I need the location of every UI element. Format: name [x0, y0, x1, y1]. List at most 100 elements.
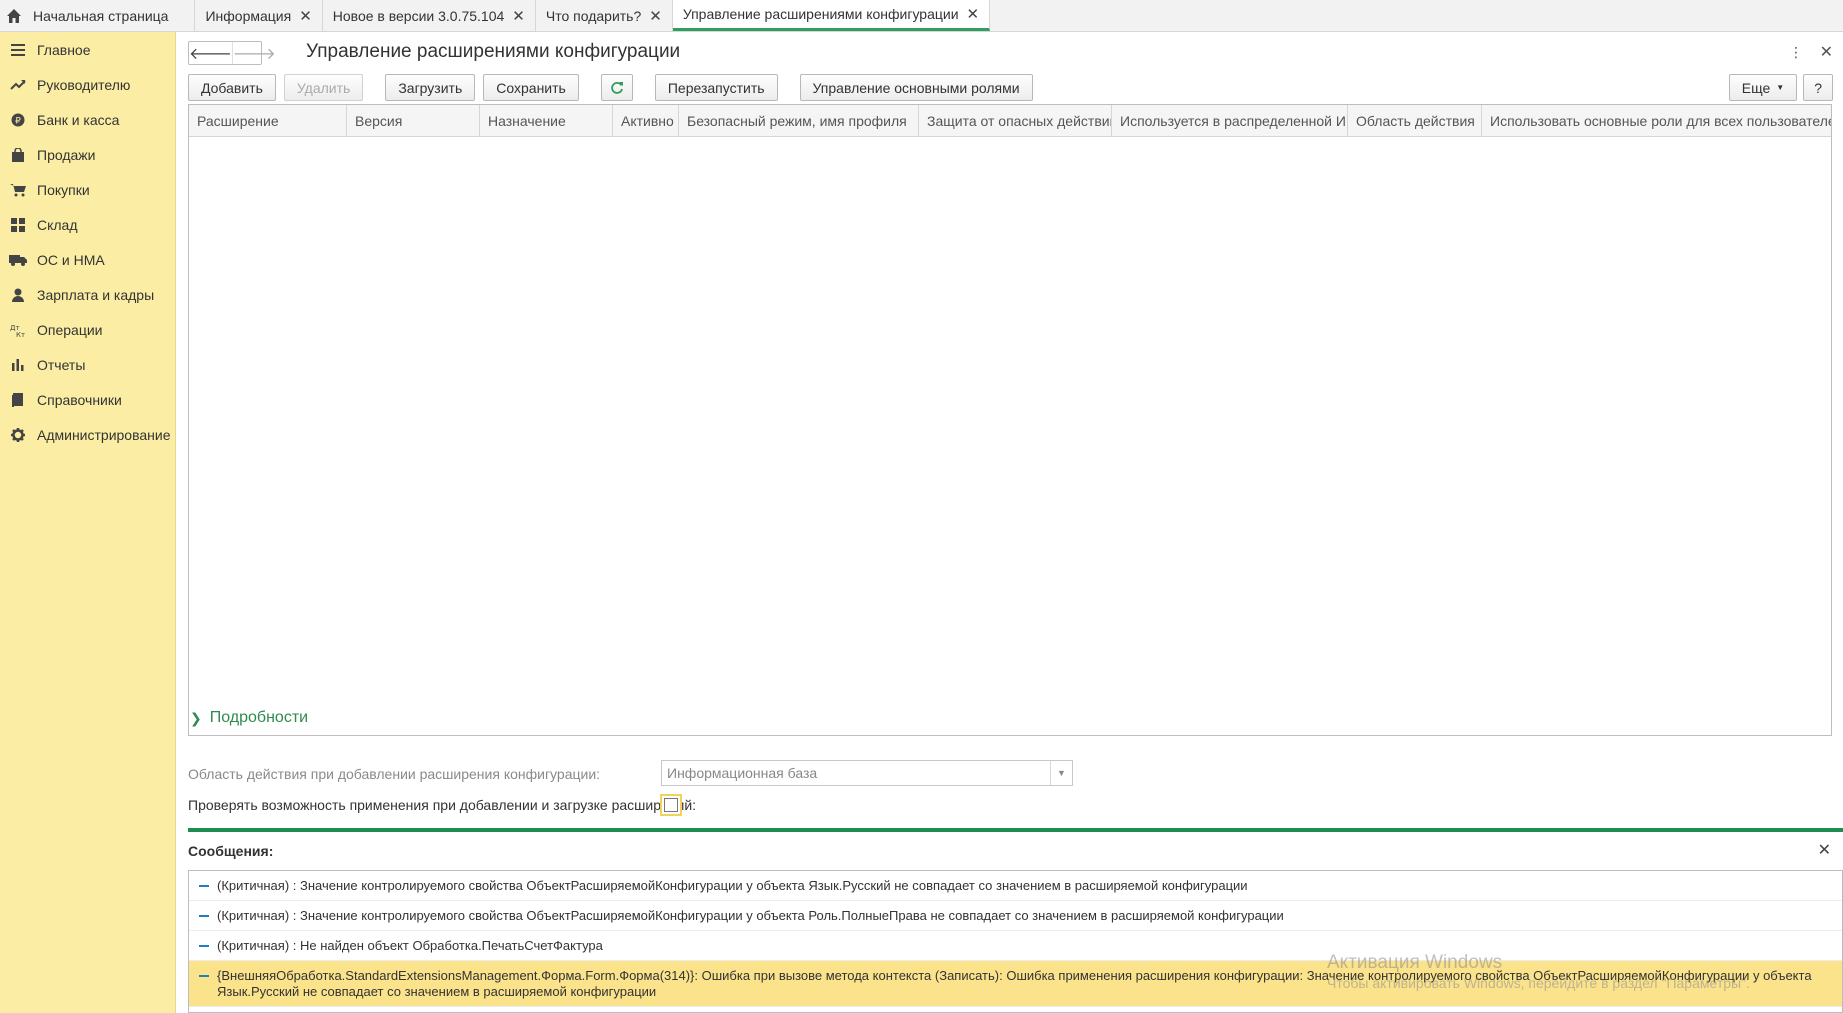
windows-activation-hint: Чтобы активировать Windows, перейдите в …	[1327, 975, 1750, 991]
scope-value: Информационная база	[667, 765, 818, 781]
scope-label: Область действия при добавлении расширен…	[188, 766, 601, 782]
sidebar-item-label: Отчеты	[37, 356, 86, 373]
truck-icon	[8, 252, 28, 268]
sidebar-item-label: Руководителю	[37, 76, 131, 93]
column-header-distributed-ib[interactable]: Используется в распределенной ИБ	[1112, 105, 1348, 136]
sidebar-item-sales[interactable]: Продажи	[0, 137, 175, 172]
message-text: (Критичная) : Не найден объект Обработка…	[217, 938, 603, 953]
forward-arrow-icon[interactable]: 🡒	[231, 42, 276, 64]
sidebar-item-fixed-assets[interactable]: ОС и НМА	[0, 242, 175, 277]
column-header-active[interactable]: Активно	[613, 105, 679, 136]
tab-information[interactable]: Информация ✕	[195, 0, 323, 31]
close-messages-icon[interactable]: ✕	[1818, 840, 1831, 860]
sidebar-item-catalogs[interactable]: Справочники	[0, 382, 175, 417]
home-icon	[7, 8, 21, 23]
column-header-main-roles[interactable]: Использовать основные роли для всех поль…	[1482, 105, 1831, 136]
coin-icon: ₽	[8, 112, 28, 128]
table-header: Расширение Версия Назначение Активно Без…	[189, 105, 1831, 137]
windows-activation-watermark: Активация Windows	[1327, 952, 1503, 973]
message-text: (Критичная) : Значение контролируемого с…	[217, 878, 1248, 893]
main-form: 🡐 🡒 Управление расширениями конфигурации…	[177, 32, 1843, 1013]
close-icon[interactable]: ✕	[512, 7, 525, 25]
messages-title: Сообщения:	[188, 843, 274, 859]
tab-label: Управление расширениями конфигурации	[682, 6, 959, 22]
messages-separator	[188, 828, 1843, 832]
sidebar-item-reports[interactable]: Отчеты	[0, 347, 175, 382]
message-item[interactable]: (Критичная) : Значение контролируемого с…	[189, 901, 1842, 931]
close-icon[interactable]: ✕	[967, 5, 980, 23]
sidebar-item-salary[interactable]: Зарплата и кадры	[0, 277, 175, 312]
check-applicability-label: Проверять возможность применения при доб…	[188, 797, 697, 813]
bag-icon	[8, 147, 28, 163]
sidebar-item-label: Продажи	[37, 146, 96, 163]
sidebar-item-manager[interactable]: Руководителю	[0, 67, 175, 102]
svg-text:₽: ₽	[15, 116, 21, 126]
tab-extensions-management[interactable]: Управление расширениями конфигурации ✕	[672, 0, 991, 31]
message-item[interactable]: (Критичная) : Значение контролируемого с…	[189, 871, 1842, 901]
sidebar-item-main[interactable]: Главное	[0, 32, 175, 67]
book-icon	[8, 392, 28, 408]
nav-buttons: 🡐 🡒	[188, 41, 276, 65]
delete-button[interactable]: Удалить	[283, 74, 364, 101]
messages-list[interactable]: (Критичная) : Значение контролируемого с…	[188, 870, 1843, 1013]
toolbar-right: Еще ▼ ?	[1723, 74, 1833, 101]
message-text: (Критичная) : Значение контролируемого с…	[217, 908, 1284, 923]
message-item[interactable]: (Критичная) : Не найден объект Обработка…	[189, 931, 1842, 961]
back-arrow-icon[interactable]: 🡐	[189, 42, 232, 64]
details-toggle[interactable]: ❯ Подробности	[190, 709, 308, 727]
sidebar-item-bank[interactable]: ₽ Банк и касса	[0, 102, 175, 137]
person-icon	[8, 287, 28, 303]
column-header-purpose[interactable]: Назначение	[480, 105, 613, 136]
check-applicability-checkbox[interactable]	[660, 794, 682, 816]
column-header-version[interactable]: Версия	[347, 105, 480, 136]
tab-gift[interactable]: Что подарить? ✕	[536, 0, 673, 31]
save-button[interactable]: Сохранить	[483, 74, 579, 101]
load-button[interactable]: Загрузить	[385, 74, 476, 101]
sidebar-item-label: Покупки	[37, 181, 90, 198]
column-header-extension[interactable]: Расширение	[189, 105, 347, 136]
sidebar-item-label: Справочники	[37, 391, 122, 408]
tab-label: Новое в версии 3.0.75.104	[332, 7, 505, 24]
extensions-table[interactable]: Расширение Версия Назначение Активно Без…	[188, 104, 1832, 736]
column-header-protection[interactable]: Защита от опасных действий	[919, 105, 1112, 136]
manage-roles-button[interactable]: Управление основными ролями	[799, 74, 1033, 101]
menu-icon	[8, 42, 28, 58]
tab-home[interactable]: Начальная страница	[0, 0, 196, 31]
scope-select[interactable]: Информационная база ▼	[661, 760, 1073, 786]
gear-icon	[8, 427, 28, 443]
tab-label: Информация	[205, 7, 292, 24]
grid-icon	[8, 217, 28, 233]
checkbox-box	[664, 798, 678, 812]
help-button[interactable]: ?	[1803, 74, 1833, 101]
close-form-icon[interactable]: ✕	[1820, 42, 1833, 62]
trend-icon	[8, 77, 28, 93]
close-icon[interactable]: ✕	[299, 7, 312, 25]
sidebar-item-operations[interactable]: Дт Кт Операции	[0, 312, 175, 347]
sidebar-item-purchases[interactable]: Покупки	[0, 172, 175, 207]
more-button[interactable]: Еще ▼	[1728, 74, 1798, 101]
dash-icon	[199, 915, 209, 917]
chevron-down-icon[interactable]: ▼	[1050, 761, 1072, 785]
toolbar: Добавить Удалить Загрузить Сохранить Пер…	[188, 74, 1041, 102]
tab-whats-new[interactable]: Новое в версии 3.0.75.104 ✕	[323, 0, 536, 31]
refresh-button[interactable]	[600, 74, 633, 101]
sidebar-item-label: Зарплата и кадры	[37, 286, 155, 303]
column-header-safe-mode[interactable]: Безопасный режим, имя профиля	[679, 105, 919, 136]
sidebar-item-label: Банк и касса	[37, 111, 120, 128]
add-button[interactable]: Добавить	[188, 74, 276, 101]
tab-bar: Начальная страница Информация ✕ Новое в …	[0, 0, 1843, 32]
dt-kt-icon: Дт Кт	[8, 322, 28, 338]
bar-chart-icon	[8, 357, 28, 373]
restart-button[interactable]: Перезапустить	[654, 74, 778, 101]
column-header-scope[interactable]: Область действия	[1348, 105, 1482, 136]
sidebar-item-label: Администрирование	[37, 426, 171, 443]
dash-icon	[199, 885, 209, 887]
close-icon[interactable]: ✕	[649, 7, 662, 25]
more-button-label: Еще	[1741, 79, 1771, 96]
more-actions-icon[interactable]: ⋮	[1789, 44, 1803, 61]
dash-icon	[199, 975, 209, 977]
cart-icon	[8, 182, 28, 198]
sidebar-item-administration[interactable]: Администрирование	[0, 417, 175, 452]
sidebar-item-warehouse[interactable]: Склад	[0, 207, 175, 242]
chevron-down-icon: ▼	[1776, 83, 1785, 92]
